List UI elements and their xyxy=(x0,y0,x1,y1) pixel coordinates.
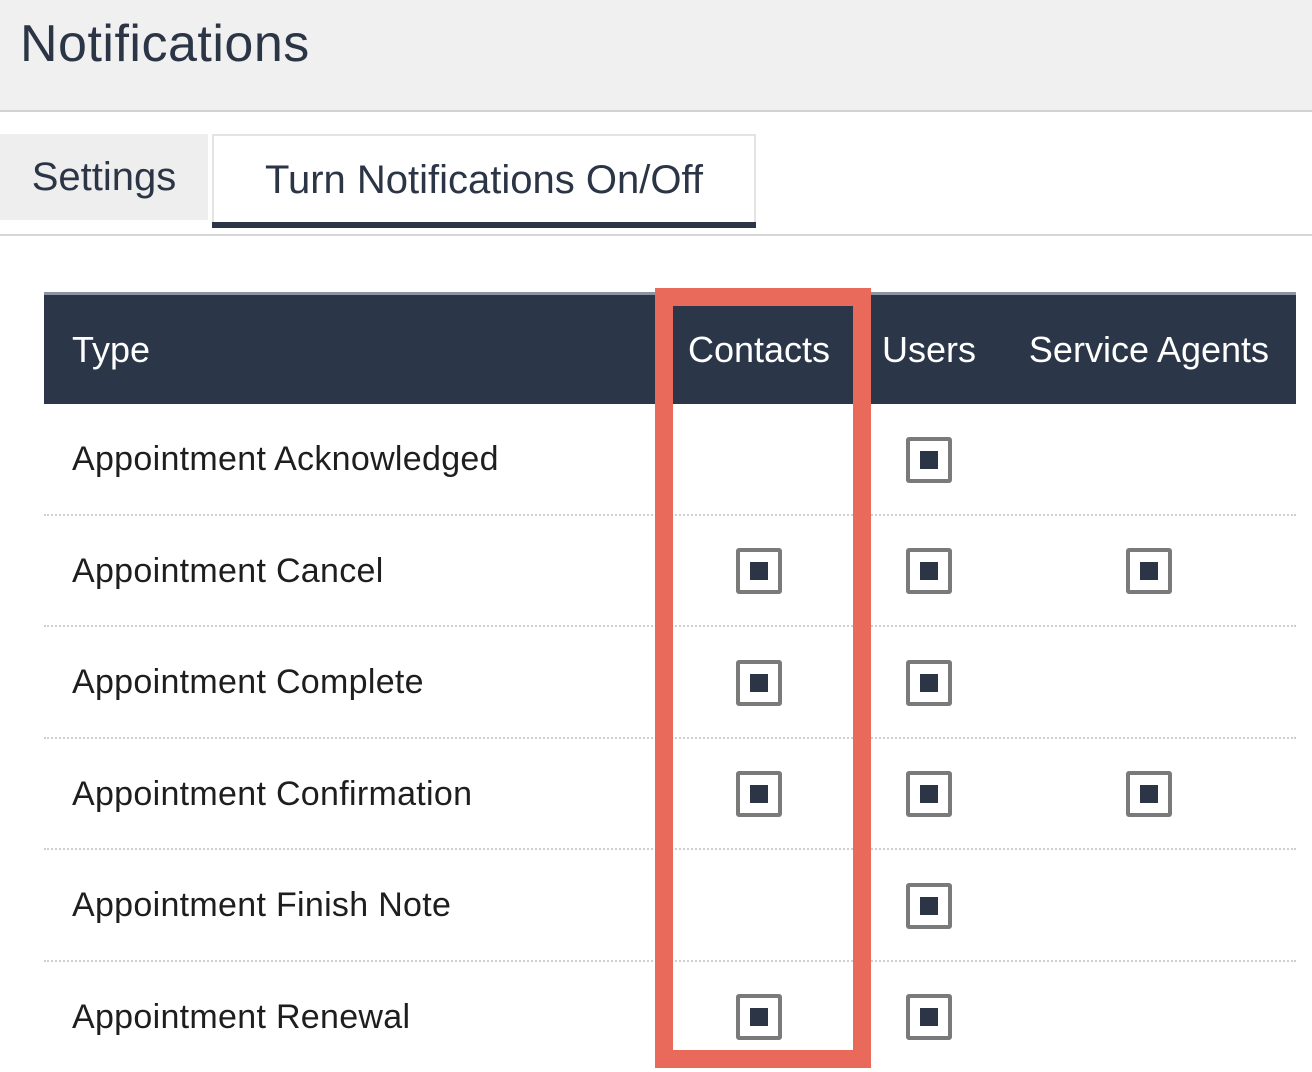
column-header-service-agents: Service Agents xyxy=(1028,328,1270,370)
contacts-checkbox[interactable] xyxy=(736,994,782,1040)
cell-contacts xyxy=(674,404,844,515)
table-row: Appointment Complete xyxy=(44,627,1296,739)
cell-users xyxy=(844,627,1014,738)
users-checkbox[interactable] xyxy=(906,994,952,1040)
contacts-checkbox[interactable] xyxy=(736,548,782,594)
column-header-type: Type xyxy=(72,328,151,370)
row-label: Appointment Acknowledged xyxy=(72,440,499,478)
checkbox-mark xyxy=(920,896,938,915)
cell-contacts xyxy=(674,627,844,738)
cell-contacts xyxy=(674,739,844,850)
tab-settings[interactable]: Settings xyxy=(0,134,208,220)
checkbox-mark xyxy=(1140,785,1158,803)
contacts-checkbox[interactable] xyxy=(736,659,782,706)
table-header: Type Contacts Users Service Agents xyxy=(44,292,1296,404)
checkbox-mark xyxy=(920,562,938,580)
cell-service-agents xyxy=(1024,404,1274,515)
row-label: Appointment Cancel xyxy=(72,551,384,590)
row-label: Appointment Renewal xyxy=(72,997,411,1036)
service-agents-checkbox[interactable] xyxy=(1126,771,1172,817)
checkbox-mark xyxy=(1140,562,1158,580)
users-checkbox[interactable] xyxy=(906,659,952,706)
users-checkbox[interactable] xyxy=(906,548,952,594)
service-agents-checkbox[interactable] xyxy=(1126,548,1172,594)
cell-contacts xyxy=(674,516,844,627)
table-body: Appointment Acknowledged Appointment Can… xyxy=(44,404,1296,1072)
table-row: Appointment Confirmation xyxy=(44,739,1296,850)
page-title: Notifications xyxy=(20,15,310,73)
cell-users xyxy=(844,739,1014,850)
table-row: Appointment Renewal xyxy=(44,962,1296,1072)
table-row: Appointment Finish Note xyxy=(44,850,1296,962)
checkbox-mark xyxy=(750,673,768,692)
cell-contacts xyxy=(674,962,844,1072)
users-checkbox[interactable] xyxy=(906,882,952,929)
column-header-users: Users xyxy=(881,328,976,370)
users-checkbox[interactable] xyxy=(906,436,952,483)
cell-service-agents xyxy=(1024,850,1274,961)
contacts-checkbox[interactable] xyxy=(736,771,782,817)
column-header-contacts: Contacts xyxy=(687,328,831,370)
table-row: Appointment Cancel xyxy=(44,516,1296,627)
checkbox-mark xyxy=(920,673,938,692)
row-label: Appointment Finish Note xyxy=(72,886,452,924)
checkbox-mark xyxy=(920,1008,938,1026)
cell-contacts xyxy=(674,850,844,961)
cell-users xyxy=(844,404,1014,515)
cell-service-agents xyxy=(1024,739,1274,850)
checkbox-mark xyxy=(750,562,768,580)
checkbox-mark xyxy=(750,785,768,803)
cell-service-agents xyxy=(1024,516,1274,627)
checkbox-mark xyxy=(920,450,938,469)
users-checkbox[interactable] xyxy=(906,771,952,817)
cell-users xyxy=(844,962,1014,1072)
notifications-page: Notifications Settings Turn Notification… xyxy=(0,0,1312,1072)
tab-bar: Settings Turn Notifications On/Off xyxy=(0,134,1312,236)
cell-users xyxy=(844,516,1014,627)
cell-users xyxy=(844,850,1014,961)
checkbox-mark xyxy=(920,785,938,803)
cell-service-agents xyxy=(1024,962,1274,1072)
row-label: Appointment Complete xyxy=(72,663,424,701)
checkbox-mark xyxy=(750,1008,768,1026)
table-row: Appointment Acknowledged xyxy=(44,404,1296,516)
notifications-table: Type Contacts Users Service Agents Appoi… xyxy=(44,292,1296,1072)
cell-service-agents xyxy=(1024,627,1274,738)
page-header: Notifications xyxy=(0,0,1312,112)
tab-turn-notifications-on-off[interactable]: Turn Notifications On/Off xyxy=(212,134,756,228)
row-label: Appointment Confirmation xyxy=(72,774,473,813)
